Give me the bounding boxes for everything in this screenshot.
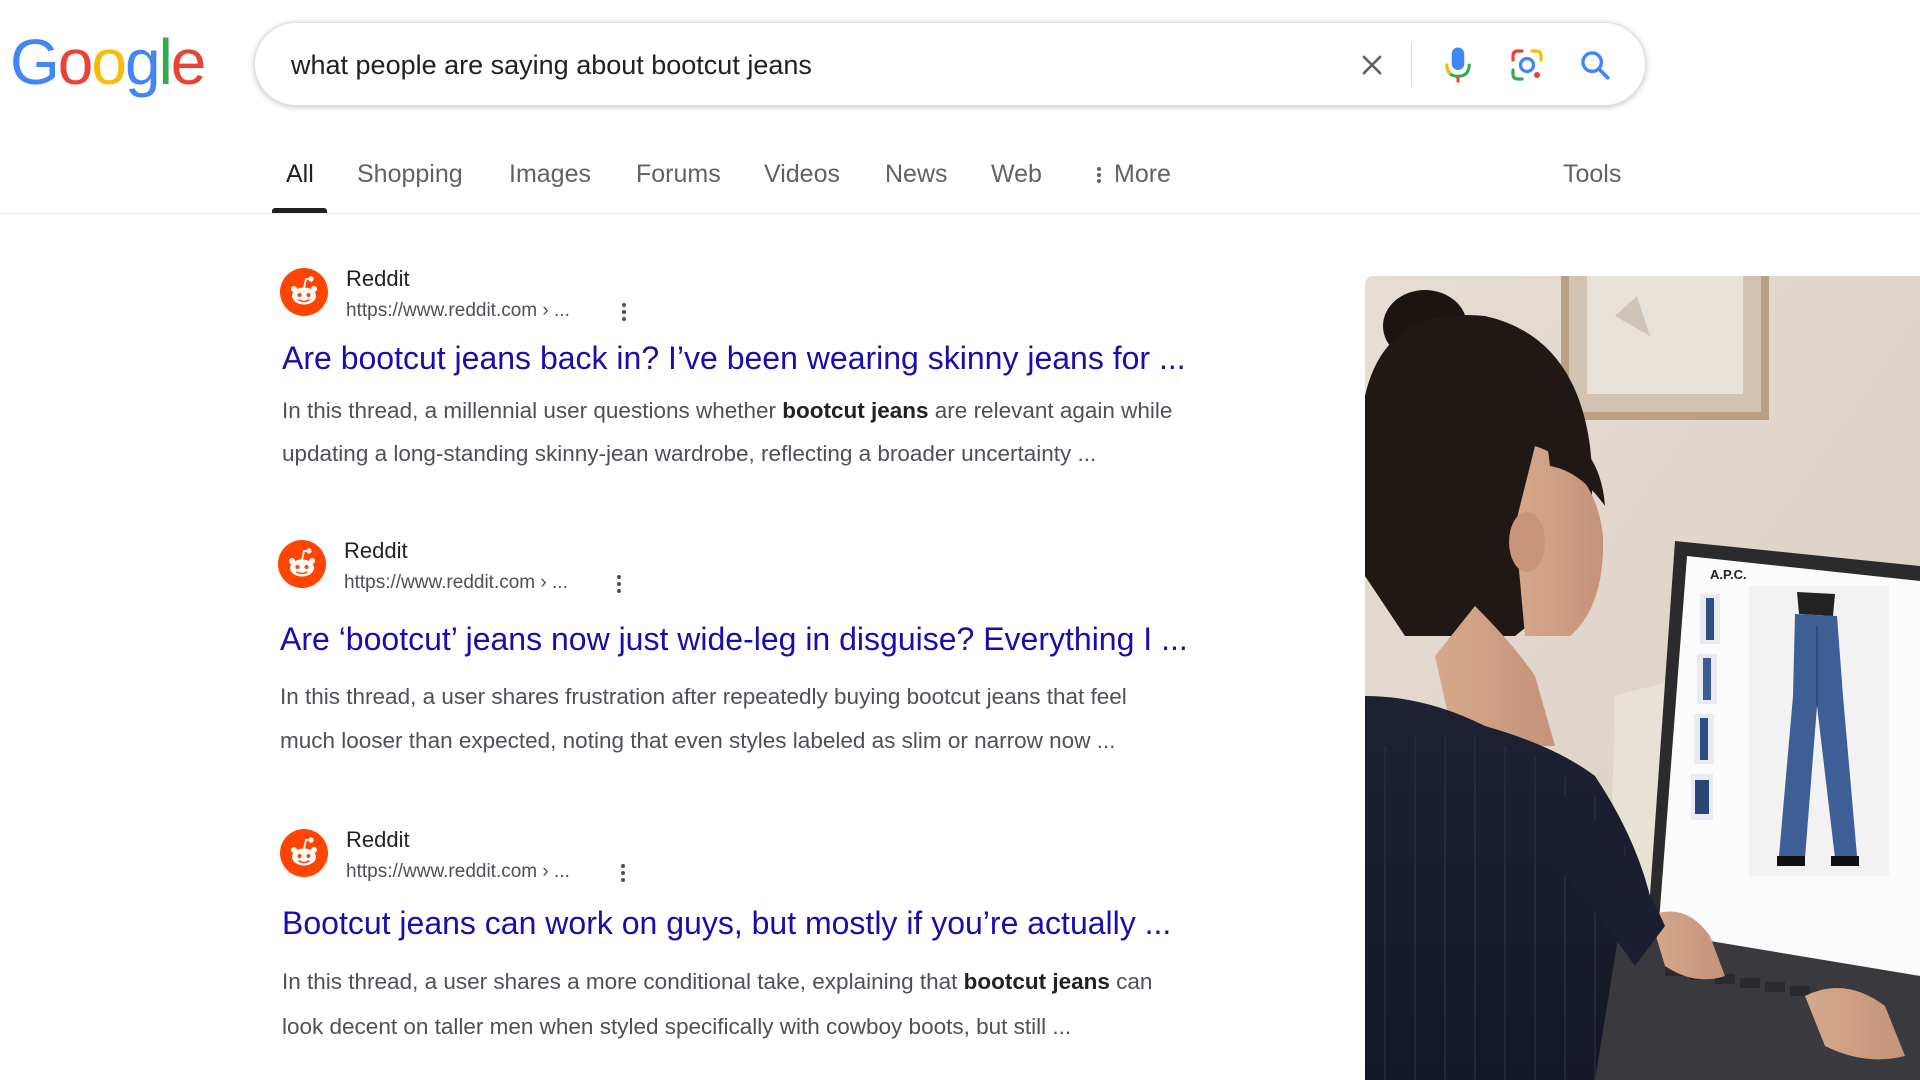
tab-forums[interactable]: Forums (636, 160, 721, 224)
result-snippet: In this thread, a user shares frustratio… (280, 675, 1280, 763)
result-title-link[interactable]: Bootcut jeans can work on guys, but most… (282, 905, 1171, 942)
search-icon[interactable] (1569, 23, 1621, 107)
woman-laptop-photo: A.P.C. (1365, 276, 1920, 1080)
reddit-icon[interactable] (278, 540, 326, 588)
kebab-menu-icon[interactable] (614, 300, 634, 326)
tab-videos[interactable]: Videos (764, 160, 840, 224)
result-url[interactable]: https://www.reddit.com › ... (344, 572, 568, 594)
logo-letter: G (10, 26, 60, 98)
tabs-divider (0, 213, 1920, 214)
result-site-name: Reddit (344, 538, 408, 563)
snippet-text: can (1109, 969, 1153, 994)
logo-letter: o (91, 26, 127, 98)
result-site-name: Reddit (346, 266, 410, 291)
logo-letter: g (124, 26, 161, 98)
logo-letter: o (57, 26, 94, 98)
tab-web[interactable]: Web (991, 160, 1042, 224)
google-logo[interactable]: Google (10, 26, 207, 98)
more-dots-icon (1094, 165, 1104, 185)
result-snippet: In this thread, a millennial user questi… (282, 389, 1282, 475)
tab-all[interactable]: All (286, 160, 314, 224)
search-result: Reddit https://www.reddit.com › ... Are … (278, 538, 1280, 763)
result-title-link[interactable]: Are bootcut jeans back in? I’ve been wea… (282, 340, 1186, 377)
result-image[interactable]: A.P.C. (1365, 276, 1920, 1080)
search-result: Reddit https://www.reddit.com › ... Are … (280, 266, 1280, 468)
snippet-text: In this thread, a user shares frustratio… (280, 684, 1127, 709)
kebab-menu-icon[interactable] (613, 861, 633, 887)
search-box[interactable]: what people are saying about bootcut jea… (254, 22, 1646, 106)
reddit-icon[interactable] (280, 268, 328, 316)
logo-letter: l (158, 26, 173, 98)
result-url[interactable]: https://www.reddit.com › ... (346, 300, 570, 322)
snippet-text: In this thread, a user shares a more con… (282, 969, 964, 994)
snippet-text: are relevant again while (928, 398, 1173, 423)
reddit-icon[interactable] (280, 829, 328, 877)
snippet-text: look decent on taller men when styled sp… (282, 1014, 1072, 1039)
snippet-highlight: bootcut jeans (963, 969, 1110, 994)
snippet-highlight: bootcut jeans (782, 398, 929, 423)
result-title-link[interactable]: Are ‘bootcut’ jeans now just wide-leg in… (280, 621, 1188, 658)
tab-news[interactable]: News (885, 160, 948, 224)
tab-images[interactable]: Images (509, 160, 591, 224)
lens-icon[interactable] (1501, 23, 1553, 107)
kebab-menu-icon[interactable] (609, 572, 629, 598)
search-result: Reddit https://www.reddit.com › ... Boot… (280, 827, 1282, 1059)
result-site-name: Reddit (346, 827, 410, 852)
logo-letter: e (170, 26, 207, 98)
tab-more-label: More (1114, 160, 1171, 188)
laptop-brand-text: A.P.C. (1710, 567, 1747, 582)
snippet-text: In this thread, a millennial user questi… (282, 398, 783, 423)
result-snippet: In this thread, a user shares a more con… (282, 959, 1282, 1049)
clear-icon[interactable] (1347, 23, 1397, 107)
tools-button[interactable]: Tools (1563, 160, 1621, 224)
snippet-text: updating a long-standing skinny-jean war… (282, 441, 1097, 466)
microphone-icon[interactable] (1433, 23, 1483, 107)
search-input[interactable]: what people are saying about bootcut jea… (291, 23, 812, 107)
result-url[interactable]: https://www.reddit.com › ... (346, 861, 570, 883)
search-results-page: Google what people are saying about boot… (0, 0, 1920, 1080)
tab-more[interactable]: More (1094, 160, 1171, 224)
tab-shopping[interactable]: Shopping (357, 160, 463, 224)
search-divider (1411, 43, 1412, 87)
snippet-text: much looser than expected, noting that e… (280, 728, 1116, 753)
